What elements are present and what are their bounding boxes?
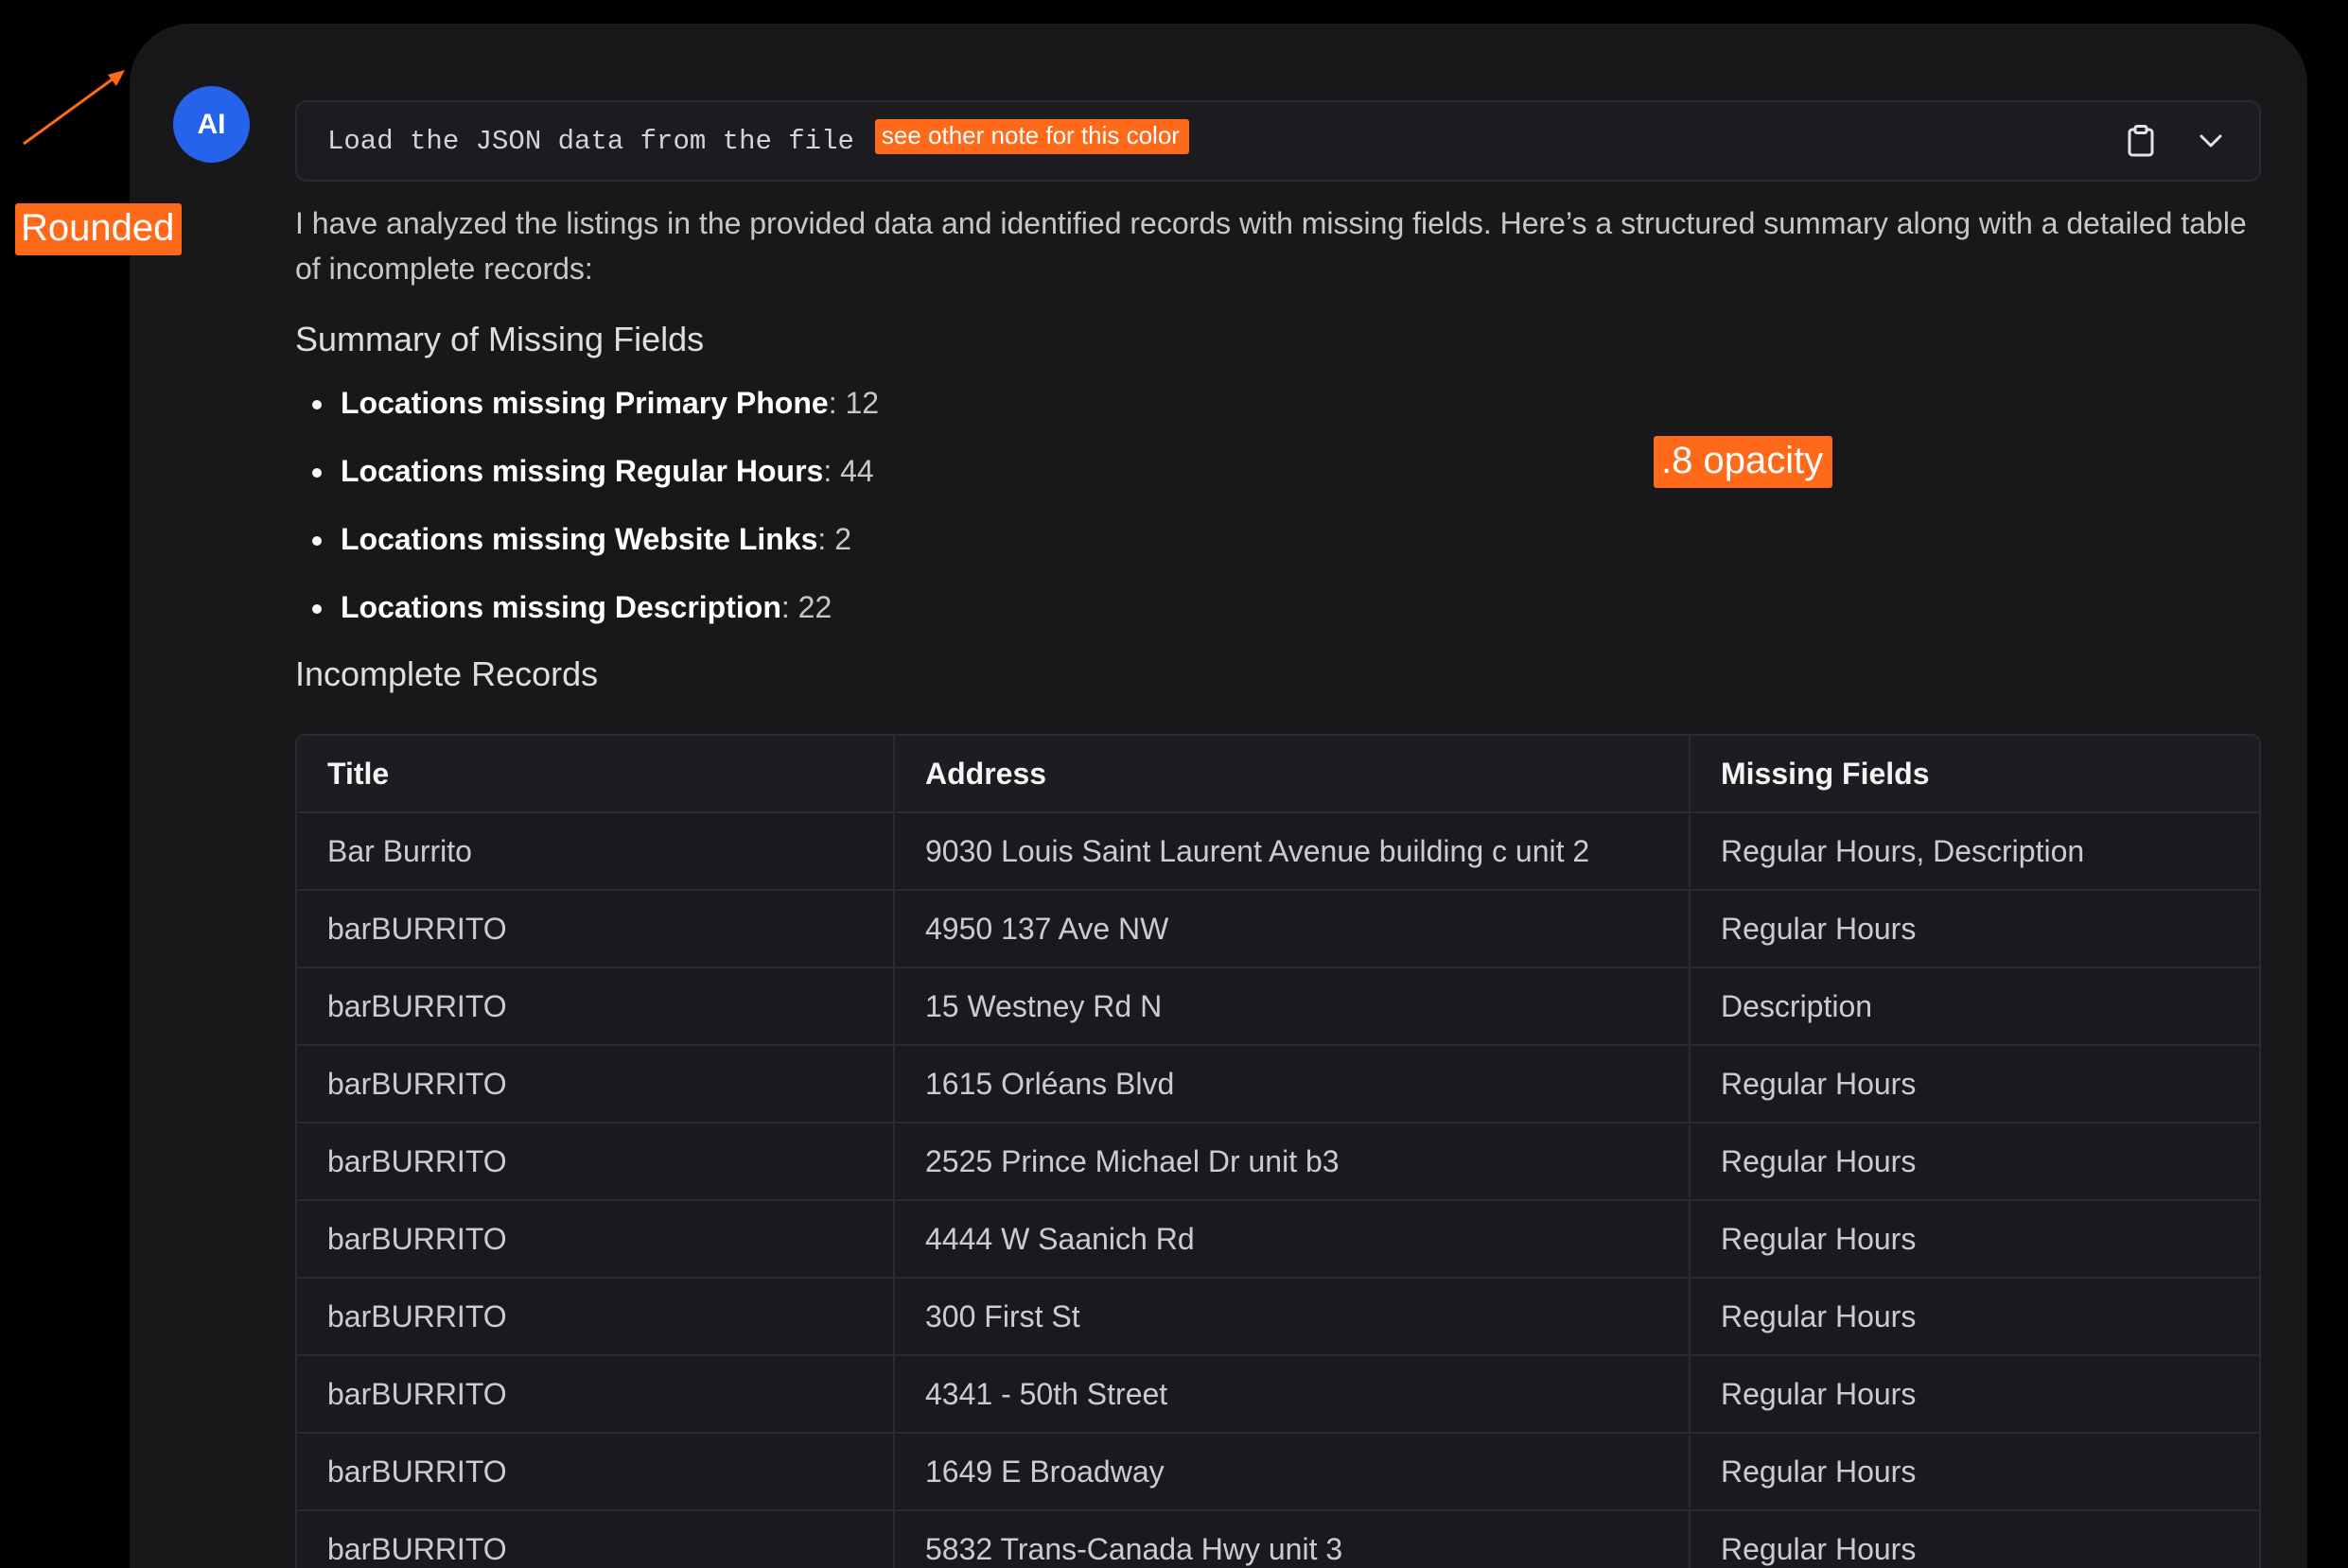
cell-missing-fields: Regular Hours (1690, 1278, 2259, 1356)
annotation-color-note: see other note for this color (874, 119, 1189, 154)
annotation-opacity: .8 opacity (1654, 436, 1833, 488)
cell-missing-fields: Description (1690, 967, 2259, 1046)
cell-title: barBURRITO (297, 1045, 895, 1124)
list-item: Locations missing Description: 22 (312, 584, 2261, 630)
table-row: barBURRITO 15 Westney Rd N Description (297, 967, 2259, 1046)
table-row: Bar Burrito 9030 Louis Saint Laurent Ave… (297, 812, 2259, 891)
cell-address: 15 Westney Rd N (894, 967, 1691, 1046)
cell-missing-fields: Regular Hours (1690, 1045, 2259, 1124)
list-item: Locations missing Website Links: 2 (312, 516, 2261, 562)
cell-title: barBURRITO (297, 1278, 895, 1356)
list-item: Locations missing Primary Phone: 12 (312, 380, 2261, 426)
table-row: barBURRITO 4950 137 Ave NW Regular Hours (297, 890, 2259, 968)
cell-missing-fields: Regular Hours (1690, 1200, 2259, 1279)
cell-missing-fields: Regular Hours (1690, 1123, 2259, 1201)
column-header-title: Title (297, 736, 895, 813)
cell-missing-fields: Regular Hours, Description (1690, 812, 2259, 891)
cell-missing-fields: Regular Hours (1690, 890, 2259, 968)
cell-title: barBURRITO (297, 1123, 895, 1201)
cell-title: barBURRITO (297, 1200, 895, 1279)
table-row: barBURRITO 1649 E Broadway Regular Hours (297, 1433, 2259, 1511)
cell-address: 4950 137 Ave NW (894, 890, 1691, 968)
cell-missing-fields: Regular Hours (1690, 1355, 2259, 1434)
cell-address: 9030 Louis Saint Laurent Avenue building… (894, 812, 1691, 891)
cell-missing-fields: Regular Hours (1690, 1433, 2259, 1511)
chevron-down-icon[interactable] (2199, 133, 2223, 148)
cell-title: barBURRITO (297, 967, 895, 1046)
prompt-bar: Load the JSON data from the file see oth… (295, 100, 2261, 182)
intro-paragraph: I have analyzed the listings in the prov… (295, 206, 2247, 286)
item-value: : 12 (828, 386, 880, 420)
item-value: : 22 (780, 590, 832, 624)
table-header-row: Title Address Missing Fields (297, 736, 2259, 813)
records-table: Title Address Missing Fields Bar Burrito… (295, 734, 2261, 1568)
message-content: Load the JSON data from the file see oth… (295, 100, 2261, 1568)
annotation-rounded: Rounded (15, 203, 183, 255)
prompt-actions (2127, 102, 2223, 180)
cell-address: 4341 - 50th Street (894, 1355, 1691, 1434)
item-value: : 44 (823, 454, 874, 488)
cell-missing-fields: Regular Hours (1690, 1510, 2259, 1568)
screenshot-stage: AI Load the JSON data from the file see … (0, 0, 2348, 1568)
list-item: Locations missing Regular Hours: 44 (312, 448, 2261, 494)
table-row: barBURRITO 300 First St Regular Hours (297, 1278, 2259, 1356)
column-header-missing-fields: Missing Fields (1690, 736, 2259, 813)
table-row: barBURRITO 1615 Orléans Blvd Regular Hou… (297, 1045, 2259, 1124)
cell-title: barBURRITO (297, 1355, 895, 1434)
summary-heading: Summary of Missing Fields (295, 320, 705, 358)
summary-list: Locations missing Primary Phone: 12 Loca… (295, 380, 2261, 630)
prompt-text: Load the JSON data from the file (327, 125, 854, 157)
item-label: Locations missing Description (341, 590, 781, 624)
cell-title: barBURRITO (297, 1433, 895, 1511)
item-value: : 2 (817, 522, 851, 556)
column-header-address: Address (894, 736, 1691, 813)
annotation-arrow-icon (23, 70, 125, 146)
records-heading: Incomplete Records (295, 654, 599, 693)
table-row: barBURRITO 2525 Prince Michael Dr unit b… (297, 1123, 2259, 1201)
cell-address: 5832 Trans-Canada Hwy unit 3 (894, 1510, 1691, 1568)
ai-avatar: AI (173, 86, 250, 163)
cell-title: barBURRITO (297, 890, 895, 968)
item-label: Locations missing Regular Hours (341, 454, 824, 488)
item-label: Locations missing Website Links (341, 522, 818, 556)
cell-title: Bar Burrito (297, 812, 895, 891)
cell-address: 1649 E Broadway (894, 1433, 1691, 1511)
table-row: barBURRITO 4341 - 50th Street Regular Ho… (297, 1355, 2259, 1434)
table-row: barBURRITO 4444 W Saanich Rd Regular Hou… (297, 1200, 2259, 1279)
cell-address: 2525 Prince Michael Dr unit b3 (894, 1123, 1691, 1201)
table-row: barBURRITO 5832 Trans-Canada Hwy unit 3 … (297, 1510, 2259, 1568)
cell-address: 1615 Orléans Blvd (894, 1045, 1691, 1124)
cell-address: 300 First St (894, 1278, 1691, 1356)
clipboard-icon[interactable] (2127, 125, 2155, 157)
item-label: Locations missing Primary Phone (341, 386, 829, 420)
cell-title: barBURRITO (297, 1510, 895, 1568)
cell-address: 4444 W Saanich Rd (894, 1200, 1691, 1279)
